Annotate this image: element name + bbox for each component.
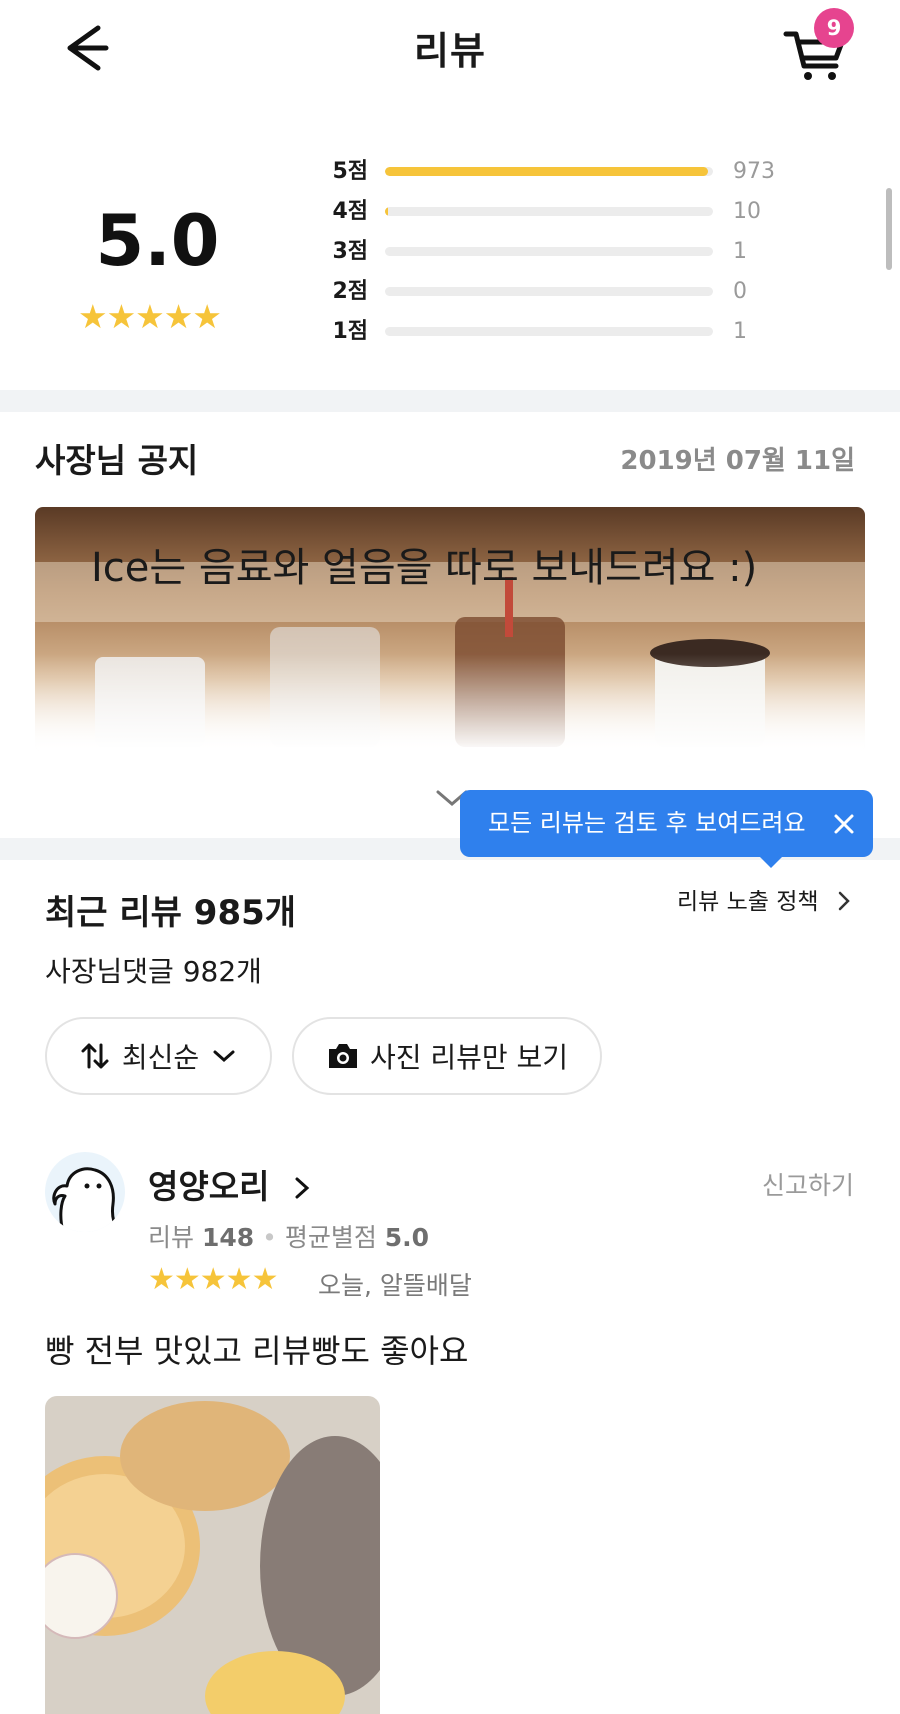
recent-reviews-title: 최근 리뷰 985개	[45, 893, 297, 933]
review-policy-link[interactable]: 리뷰 노출 정책	[677, 882, 854, 916]
average-stars: ★★★★★	[78, 297, 222, 336]
chevron-right-icon	[295, 1177, 310, 1199]
tooltip-tail	[758, 855, 784, 868]
rating-label: 5점	[332, 159, 368, 184]
reviewer-meta: 리뷰 148 • 평균별점 5.0	[148, 1218, 429, 1254]
sort-dropdown[interactable]: 최신순	[45, 1017, 272, 1095]
photo-review-filter-button[interactable]: 사진 리뷰만 보기	[292, 1017, 602, 1095]
report-button[interactable]: 신고하기	[762, 1166, 854, 1202]
notice-banner[interactable]: Ice는 음료와 얼음을 따로 보내드려요 :)	[35, 507, 865, 752]
chevron-right-icon	[838, 891, 850, 911]
rating-bar-fill	[385, 207, 389, 216]
average-rating: 5.0	[95, 200, 220, 282]
rating-label: 2점	[332, 279, 368, 304]
rating-bar	[385, 207, 713, 216]
rating-label: 4점	[332, 199, 368, 224]
notice-banner-text: Ice는 음료와 얼음을 따로 보내드려요 :)	[91, 545, 758, 591]
sort-arrows-icon	[81, 1043, 109, 1069]
review-policy-label: 리뷰 노출 정책	[677, 889, 819, 915]
rating-count: 1	[733, 319, 747, 344]
rating-label: 1점	[332, 319, 368, 344]
scrollbar[interactable]	[886, 188, 892, 270]
tooltip-text: 모든 리뷰는 검토 후 보여드려요	[488, 809, 806, 837]
owner-reply-count: 사장님댓글 982개	[45, 955, 262, 988]
rating-row-3: 3점 1	[320, 237, 780, 267]
duck-avatar-icon	[52, 1167, 121, 1232]
rating-count: 1	[733, 239, 747, 264]
meta-avg-value: 5.0	[384, 1223, 430, 1252]
cart-count-badge: 9	[814, 8, 854, 48]
reviewer-name-link[interactable]: 영양오리	[148, 1160, 313, 1208]
camera-icon	[328, 1044, 357, 1068]
close-icon	[834, 814, 854, 834]
rating-row-5: 5점 973	[320, 157, 780, 187]
rating-count: 10	[733, 199, 761, 224]
review-stars: ★★★★★	[148, 1262, 278, 1297]
meta-separator-dot: •	[262, 1223, 285, 1252]
meta-avg-label: 평균별점	[284, 1223, 377, 1252]
chevron-down-icon	[213, 1050, 235, 1063]
rating-row-1: 1점 1	[320, 317, 780, 347]
review-date-delivery: 오늘, 알뜰배달	[318, 1271, 472, 1300]
review-text: 빵 전부 맛있고 리뷰빵도 좋아요	[45, 1332, 469, 1370]
avatar[interactable]	[45, 1152, 125, 1232]
rating-bar	[385, 287, 713, 296]
bread-photo	[45, 1396, 380, 1714]
rating-count: 0	[733, 279, 747, 304]
notice-title: 사장님 공지	[35, 441, 199, 480]
rating-bar	[385, 247, 713, 256]
rating-bar	[385, 327, 713, 336]
rating-bar	[385, 167, 713, 176]
rating-count: 973	[733, 159, 775, 184]
page-title: 리뷰	[414, 29, 486, 73]
rating-row-2: 2점 0	[320, 277, 780, 307]
section-divider	[0, 390, 900, 412]
reviewer-name: 영양오리	[148, 1167, 270, 1206]
meta-review-count: 148	[201, 1223, 255, 1252]
review-policy-tooltip: 모든 리뷰는 검토 후 보여드려요	[460, 790, 873, 857]
rating-label: 3점	[332, 239, 368, 264]
review-photo[interactable]	[45, 1396, 380, 1714]
photo-filter-label: 사진 리뷰만 보기	[369, 1041, 569, 1074]
tooltip-close-button[interactable]	[830, 810, 858, 838]
notice-date: 2019년 07월 11일	[620, 446, 855, 476]
rating-bar-fill	[385, 167, 709, 176]
rating-row-4: 4점 10	[320, 197, 780, 227]
meta-review-label: 리뷰	[148, 1223, 195, 1252]
sort-label: 최신순	[121, 1041, 200, 1074]
